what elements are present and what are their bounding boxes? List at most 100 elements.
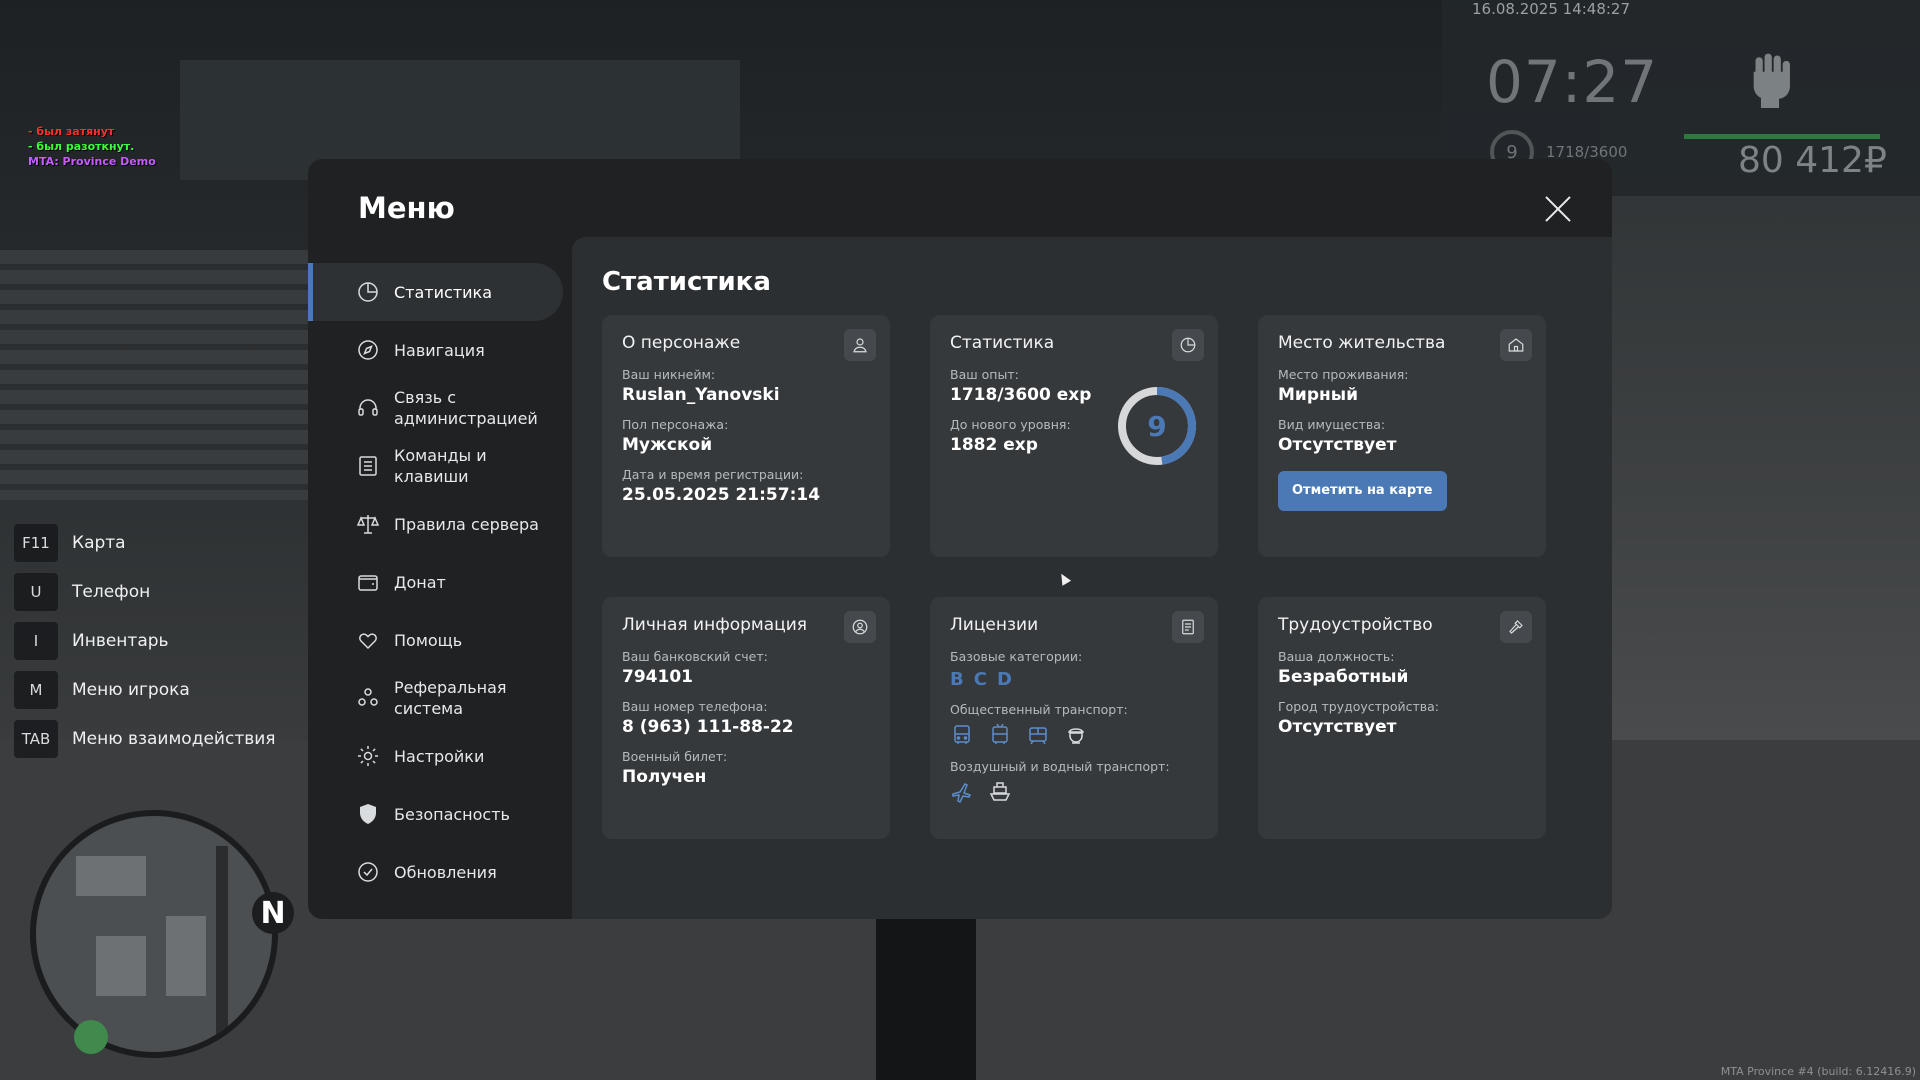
user-circle-icon [852, 619, 868, 635]
hotkey-phone[interactable]: U Телефон [14, 567, 276, 616]
nav-item-settings[interactable]: Настройки [308, 727, 563, 785]
tram-icon [1029, 727, 1047, 745]
scales-icon [356, 515, 380, 534]
air-water-transport-icons [950, 780, 1198, 804]
compass-icon [358, 340, 378, 360]
nav-item-navigation[interactable]: Навигация [308, 321, 563, 379]
nav-item-help[interactable]: Помощь [308, 611, 563, 669]
hotkey-key: F11 [14, 523, 58, 562]
hotkey-inventory[interactable]: I Инвентарь [14, 616, 276, 665]
field-label: Ваш опыт: [950, 367, 1019, 382]
minimap-building [166, 916, 206, 996]
hotkey-interaction-menu[interactable]: TAB Меню взаимодействия [14, 714, 276, 763]
hud-health-bar [1684, 134, 1880, 139]
card-icon-wrap [844, 611, 876, 643]
nav-label: Обновления [394, 862, 497, 882]
field-bank-account: Ваш банковский счет: 794101 [622, 649, 870, 687]
field-label: Дата и время регистрации: [622, 467, 804, 482]
nav-label: Настройки [394, 746, 485, 766]
field-gender: Пол персонажа: Мужской [622, 417, 870, 455]
nav-item-security[interactable]: Безопасность [308, 785, 563, 843]
field-label: Ваш банковский счет: [622, 649, 768, 664]
card-title: Статистика [950, 333, 1055, 353]
nav-item-rules[interactable]: Правила сервера [308, 495, 563, 553]
check-circle-icon [358, 862, 378, 882]
nav-label: Безопасность [394, 804, 510, 824]
nav-label: Команды и клавиши [394, 446, 487, 486]
hotkey-player-menu[interactable]: M Меню игрока [14, 665, 276, 714]
card-statistics: Статистика Ваш опыт: 1718/3600 exp До но… [930, 315, 1218, 557]
field-air-water-transport: Воздушный и водный транспорт: [950, 759, 1198, 804]
card-character: О персонаже Ваш никнейм: Ruslan_Yanovski… [602, 315, 890, 557]
list-icon [359, 456, 377, 476]
menu-title: Меню [358, 191, 455, 225]
license-category: D [996, 669, 1012, 690]
nav-item-statistics[interactable]: Статистика [308, 263, 563, 321]
content-panel: Статистика О персонаже Ваш никнейм: Rusl… [572, 237, 1612, 919]
chat-line: MTA: Province Demo [28, 155, 156, 168]
close-button[interactable] [1544, 195, 1572, 223]
field-label: Город трудоустройства: [1278, 699, 1440, 714]
shield-icon [360, 804, 376, 824]
license-category: C [973, 669, 987, 690]
minimap-player-blip [74, 1020, 108, 1054]
taxi-driver-icon [1067, 728, 1085, 744]
card-personal-info: Личная информация Ваш банковский счет: 7… [602, 597, 890, 839]
card-icon-wrap [1172, 611, 1204, 643]
side-nav: Статистика Навигация Связь с администрац… [308, 263, 563, 901]
field-property: Вид имущества: Отсутствует [1278, 417, 1526, 455]
field-value: Отсутствует [1278, 717, 1397, 737]
card-title: Лицензии [950, 615, 1039, 635]
card-icon-wrap [1172, 329, 1204, 361]
hotkey-map[interactable]: F11 Карта [14, 518, 276, 567]
card-title: Личная информация [622, 615, 808, 635]
nav-label: Навигация [394, 340, 485, 360]
field-value: Ruslan_Yanovski [622, 385, 780, 405]
field-label: Ваша должность: [1278, 649, 1395, 664]
nav-item-contact-admin[interactable]: Связь с администрацией [308, 379, 563, 437]
house-icon [1508, 338, 1524, 352]
content-title: Статистика [602, 267, 771, 297]
gear-icon [358, 746, 378, 766]
nav-label: Помощь [394, 630, 463, 650]
hotkey-label: Меню взаимодействия [72, 728, 276, 749]
nav-label: Связь с администрацией [394, 388, 538, 428]
card-residence: Место жительства Место проживания: Мирны… [1258, 315, 1546, 557]
level-progress-ring: 9 [1116, 385, 1198, 467]
users-icon [358, 688, 378, 706]
license-categories: B C D [950, 669, 1198, 690]
nav-item-commands[interactable]: Команды и клавиши [308, 437, 563, 495]
field-residence: Место проживания: Мирный [1278, 367, 1526, 405]
field-label: Ваш никнейм: [622, 367, 716, 382]
field-phone: Ваш номер телефона: 8 (963) 111-88-22 [622, 699, 870, 737]
chat-log: - был затянут - был разоткнут. MTA: Prov… [28, 124, 156, 169]
card-title: Место жительства [1278, 333, 1446, 353]
card-icon-wrap [1500, 611, 1532, 643]
nav-item-updates[interactable]: Обновления [308, 843, 563, 901]
field-label: Базовые категории: [950, 649, 1083, 664]
build-info: MTA Province #4 (build: 6.12416.9) [1720, 1065, 1916, 1078]
nav-item-donate[interactable]: Донат [308, 553, 563, 611]
user-icon [853, 338, 867, 353]
field-work-city: Город трудоустройства: Отсутствует [1278, 699, 1526, 737]
field-label: Место проживания: [1278, 367, 1409, 382]
hotkey-key: TAB [14, 719, 58, 758]
nav-item-referral[interactable]: Реферальная система [308, 669, 563, 727]
field-value: 25.05.2025 21:57:14 [622, 485, 821, 505]
field-label: Ваш номер телефона: [622, 699, 768, 714]
minimap-building [96, 936, 146, 996]
field-position: Ваша должность: Безработный [1278, 649, 1526, 687]
field-value: Получен [622, 767, 707, 787]
field-value: 8 (963) 111-88-22 [622, 717, 794, 737]
bus-icon [954, 725, 970, 744]
mark-on-map-button[interactable]: Отметить на карте [1278, 471, 1447, 511]
field-label: Воздушный и водный транспорт: [950, 759, 1170, 774]
card-title: Трудоустройство [1278, 615, 1433, 635]
field-value: Отсутствует [1278, 435, 1397, 455]
hud-time: 07:27 [1486, 48, 1659, 116]
minimap-building [76, 856, 146, 896]
minimap-road [216, 846, 228, 1036]
minimap [30, 810, 278, 1058]
field-label: Пол персонажа: [622, 417, 729, 432]
wallet-icon [358, 575, 378, 591]
